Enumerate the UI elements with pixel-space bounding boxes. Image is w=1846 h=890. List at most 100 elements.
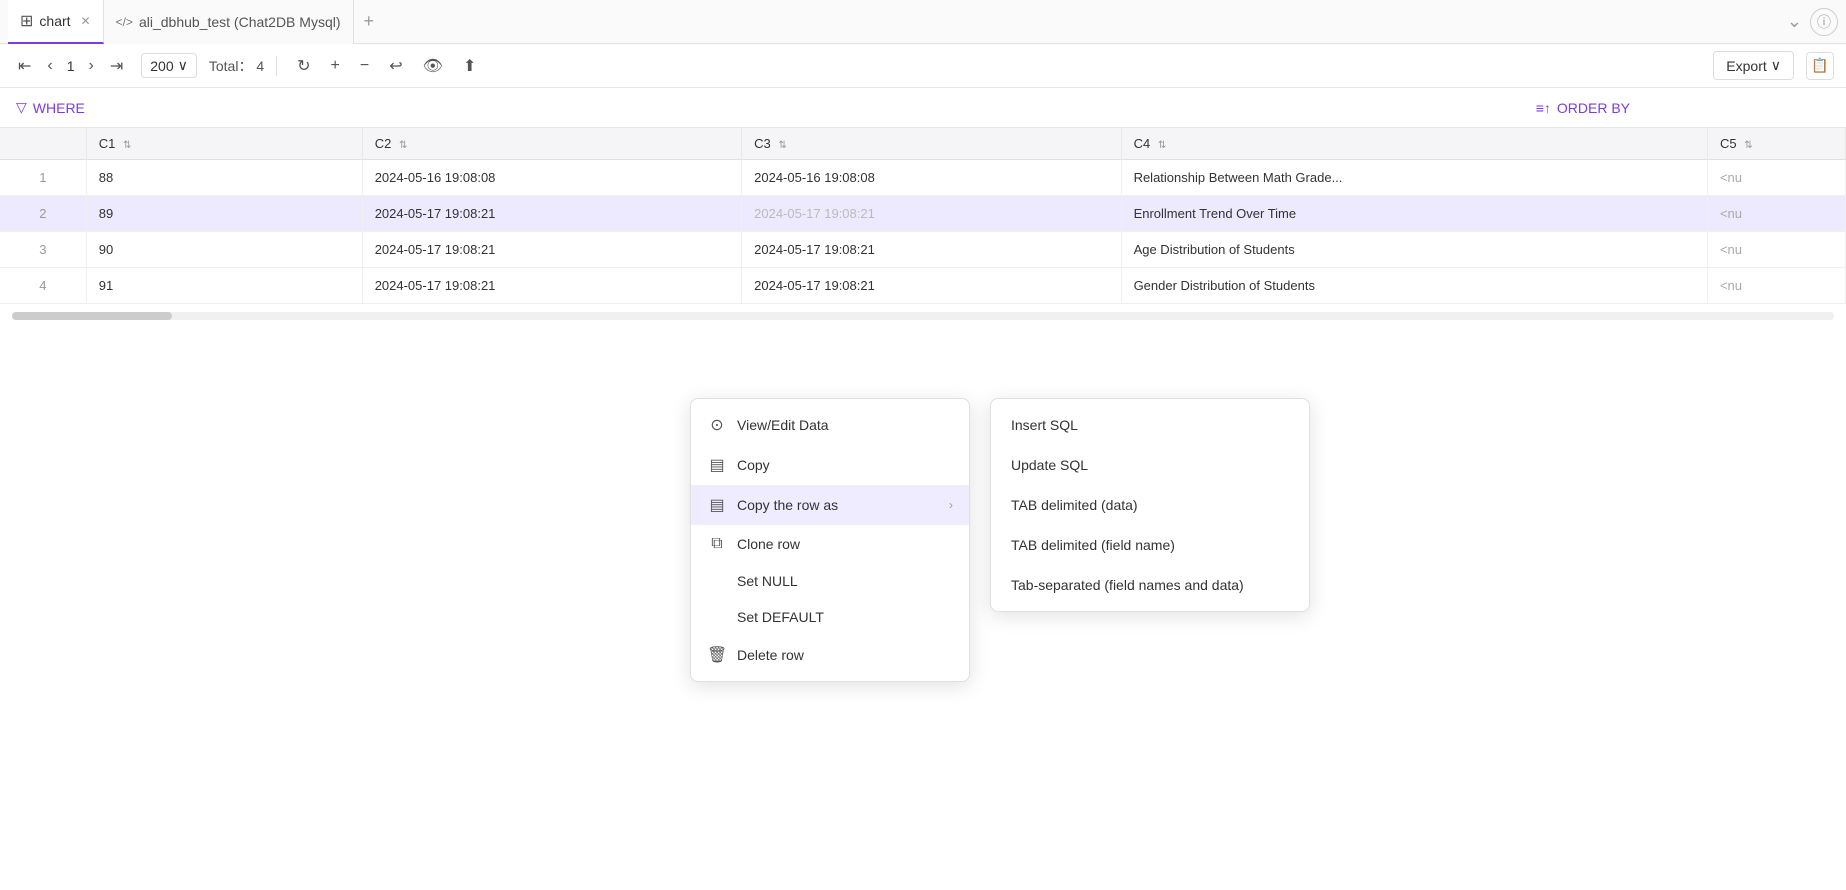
table-row[interactable]: 2 89 2024-05-17 19:08:21 2024-05-17 19:0… — [0, 196, 1846, 232]
clipboard-button[interactable]: 📋 — [1806, 52, 1834, 80]
row-4-c1: 91 — [86, 268, 362, 304]
view-edit-icon: ⊙ — [707, 415, 727, 435]
update-sql-label: Update SQL — [1011, 457, 1088, 473]
nav-last-button[interactable]: ⇥ — [104, 52, 129, 80]
table-row[interactable]: 4 91 2024-05-17 19:08:21 2024-05-17 19:0… — [0, 268, 1846, 304]
context-copy[interactable]: ▤ Copy — [691, 445, 969, 485]
data-table: C1 ⇅ C2 ⇅ C3 ⇅ C4 ⇅ C5 ⇅ — [0, 128, 1846, 304]
upload-button[interactable]: ⬆ — [455, 52, 484, 80]
chart-icon: ⊞ — [20, 11, 33, 31]
nav-first-button[interactable]: ⇤ — [12, 52, 37, 80]
row-1-c2: 2024-05-16 19:08:08 — [362, 160, 741, 196]
order-icon: ≡↑ — [1536, 100, 1551, 116]
row-4-c3: 2024-05-17 19:08:21 — [742, 268, 1121, 304]
copy-icon: ▤ — [707, 455, 727, 475]
where-button[interactable]: ▽ WHERE — [16, 99, 85, 116]
submenu-update-sql[interactable]: Update SQL — [991, 445, 1309, 485]
tab-chart-close[interactable]: ✕ — [81, 14, 91, 28]
c2-sort-icon: ⇅ — [399, 140, 407, 151]
tab-info-button[interactable]: ⓘ — [1810, 8, 1838, 36]
col-header-c3[interactable]: C3 ⇅ — [742, 128, 1121, 160]
context-copy-label: Copy — [737, 457, 770, 473]
c4-sort-icon: ⇅ — [1158, 140, 1166, 151]
context-delete-row[interactable]: 🗑 Delete row — [691, 635, 969, 675]
per-page-value: 200 — [150, 58, 173, 74]
context-set-default[interactable]: Set DEFAULT — [691, 599, 969, 635]
row-1-c3: 2024-05-16 19:08:08 — [742, 160, 1121, 196]
col-header-c5[interactable]: C5 ⇅ — [1707, 128, 1845, 160]
horizontal-scrollbar[interactable] — [0, 304, 1846, 328]
copy-row-icon: ▤ — [707, 495, 727, 515]
col-header-c2[interactable]: C2 ⇅ — [362, 128, 741, 160]
total-value: 4 — [256, 58, 264, 74]
table-header-row: C1 ⇅ C2 ⇅ C3 ⇅ C4 ⇅ C5 ⇅ — [0, 128, 1846, 160]
clone-icon: ⧉ — [707, 535, 727, 553]
c1-sort-icon: ⇅ — [123, 140, 131, 151]
row-4-c2: 2024-05-17 19:08:21 — [362, 268, 741, 304]
add-row-button[interactable]: + — [323, 53, 348, 79]
submenu: Insert SQL Update SQL TAB delimited (dat… — [990, 398, 1310, 612]
order-by-button[interactable]: ≡↑ ORDER BY — [1536, 100, 1630, 116]
per-page-selector[interactable]: 200 ∨ — [141, 53, 197, 78]
toolbar-divider — [276, 56, 277, 76]
row-1-c4: Relationship Between Math Grade... — [1121, 160, 1707, 196]
row-1-c5: <nu — [1707, 160, 1845, 196]
tab-chart[interactable]: ⊞ chart ✕ — [8, 0, 104, 44]
tab-add-button[interactable]: + — [354, 11, 385, 32]
current-page: 1 — [63, 58, 79, 74]
c5-sort-icon: ⇅ — [1744, 140, 1752, 151]
context-view-edit-label: View/Edit Data — [737, 417, 829, 433]
context-clone-label: Clone row — [737, 536, 800, 552]
undo-button[interactable]: ↩ — [381, 52, 410, 80]
per-page-arrow: ∨ — [178, 57, 188, 74]
submenu-tab-both[interactable]: Tab-separated (field names and data) — [991, 565, 1309, 605]
view-button[interactable]: 👁 — [415, 52, 451, 80]
row-2-c5: <nu — [1707, 196, 1845, 232]
table-row[interactable]: 1 88 2024-05-16 19:08:08 2024-05-16 19:0… — [0, 160, 1846, 196]
export-label: Export — [1726, 58, 1766, 74]
nav-next-button[interactable]: › — [83, 53, 100, 79]
row-1-c1: 88 — [86, 160, 362, 196]
tab-query[interactable]: </> ali_dbhub_test (Chat2DB Mysql) — [104, 0, 354, 44]
context-clone-row[interactable]: ⧉ Clone row — [691, 525, 969, 563]
table-row[interactable]: 3 90 2024-05-17 19:08:21 2024-05-17 19:0… — [0, 232, 1846, 268]
c3-sort-icon: ⇅ — [778, 140, 786, 151]
row-4-c5: <nu — [1707, 268, 1845, 304]
row-3-c4: Age Distribution of Students — [1121, 232, 1707, 268]
tab-field-label: TAB delimited (field name) — [1011, 537, 1175, 553]
submenu-tab-field[interactable]: TAB delimited (field name) — [991, 525, 1309, 565]
tab-chart-label: chart — [39, 13, 70, 29]
nav-prev-button[interactable]: ‹ — [41, 53, 58, 79]
submenu-insert-sql[interactable]: Insert SQL — [991, 405, 1309, 445]
row-3-num: 3 — [0, 232, 86, 268]
context-copy-row-label: Copy the row as — [737, 497, 838, 513]
query-icon: </> — [116, 15, 133, 29]
delete-row-button[interactable]: − — [352, 53, 377, 79]
context-delete-label: Delete row — [737, 647, 804, 663]
row-2-c3: 2024-05-17 19:08:21 — [742, 196, 1121, 232]
where-icon: ▽ — [16, 99, 27, 116]
order-label: ORDER BY — [1557, 100, 1630, 116]
copy-row-chevron: › — [949, 498, 953, 512]
row-4-c4: Gender Distribution of Students — [1121, 268, 1707, 304]
total-label: Total： 4 — [209, 56, 264, 76]
export-button[interactable]: Export ∨ — [1713, 51, 1794, 80]
row-1-num: 1 — [0, 160, 86, 196]
tab-dropdown-button[interactable]: ⌄ — [1787, 11, 1802, 32]
export-arrow: ∨ — [1771, 57, 1781, 74]
tab-both-label: Tab-separated (field names and data) — [1011, 577, 1244, 593]
context-set-null[interactable]: Set NULL — [691, 563, 969, 599]
context-menu: ⊙ View/Edit Data ▤ Copy ▤ Copy the row a… — [690, 398, 970, 682]
tab-right-controls: ⌄ ⓘ — [1787, 8, 1838, 36]
row-2-c2: 2024-05-17 19:08:21 — [362, 196, 741, 232]
col-header-c1[interactable]: C1 ⇅ — [86, 128, 362, 160]
refresh-button[interactable]: ↻ — [289, 52, 318, 80]
filter-bar: ▽ WHERE ≡↑ ORDER BY — [0, 88, 1846, 128]
col-header-c4[interactable]: C4 ⇅ — [1121, 128, 1707, 160]
context-set-default-label: Set DEFAULT — [737, 609, 824, 625]
submenu-tab-data[interactable]: TAB delimited (data) — [991, 485, 1309, 525]
context-view-edit[interactable]: ⊙ View/Edit Data — [691, 405, 969, 445]
pagination-nav: ⇤ ‹ 1 › ⇥ — [12, 52, 129, 80]
context-copy-row-as[interactable]: ▤ Copy the row as › — [691, 485, 969, 525]
row-4-num: 4 — [0, 268, 86, 304]
